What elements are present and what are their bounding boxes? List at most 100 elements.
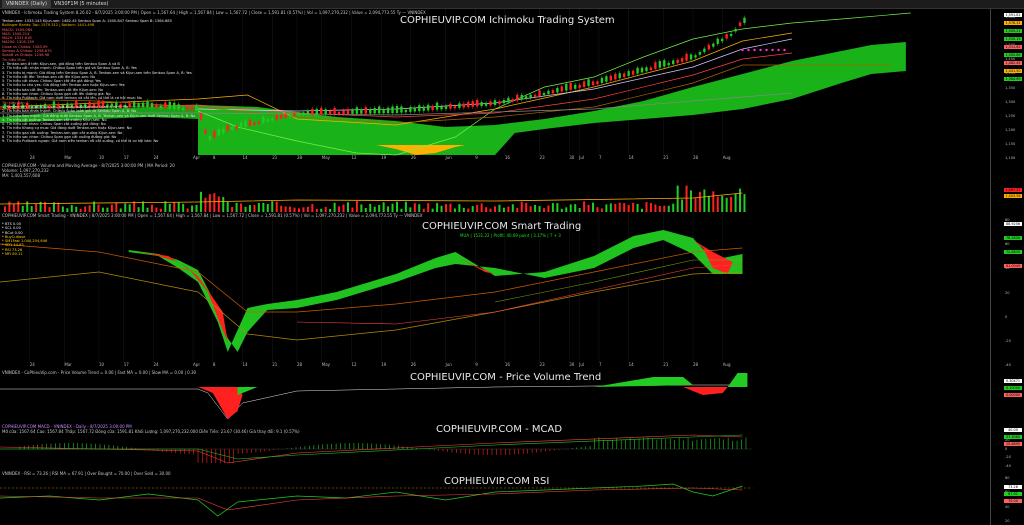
price-tag: 76.2830 — [1004, 236, 1022, 240]
date-label: Jul — [579, 362, 584, 367]
macd-panel[interactable]: COPHIEUVIP.COM MACD - VNINDEX - Daily - … — [0, 423, 1024, 471]
ichimoku-title: COPHIEUVIP.COM Ichimoku Trading System — [400, 15, 615, 26]
volume-bar — [235, 202, 238, 212]
candle — [275, 115, 278, 120]
smart-trading-signal: MUA | 1531.22 | Profit: 40.69 point | 3.… — [460, 233, 561, 238]
candle — [271, 118, 274, 121]
price-tag: 61.0049 — [1004, 264, 1022, 268]
volume-axis[interactable] — [990, 162, 1024, 212]
volume-bar — [355, 201, 358, 212]
axis-label: 20 — [1005, 290, 1010, 295]
candle — [337, 111, 341, 115]
volume-bar — [681, 199, 684, 212]
date-label: 19 — [381, 155, 387, 160]
volume-ma-value: MA: 1,403,557,608 — [2, 173, 40, 178]
candle — [440, 106, 443, 110]
date-label: 12 — [351, 155, 357, 160]
price-tag: 88.9256 — [1004, 222, 1022, 226]
ichimoku-legend: Tenkan-sen: 1535.145 Kijun-sen: 1482.45 … — [2, 19, 195, 144]
pvt-title: COPHIEUVIP.COM - Price Volume Trend — [410, 372, 602, 383]
volume-bar — [427, 203, 430, 212]
candle — [658, 61, 662, 68]
candle — [467, 101, 470, 108]
rsi-panel[interactable]: VNINDEX - RSI = 73.26 | RSI MA = 67.91 |… — [0, 470, 1024, 525]
date-label: 28 — [693, 155, 699, 160]
volume-bar — [627, 205, 630, 212]
date-label: 8 — [212, 155, 216, 160]
candle — [573, 84, 577, 89]
price-tag: 1,364.69 — [1004, 77, 1022, 81]
candle — [404, 109, 408, 113]
candle — [235, 126, 238, 129]
axis-label: 1,150 — [1005, 141, 1016, 146]
volume-bar — [222, 197, 225, 212]
volume-chart[interactable] — [0, 162, 990, 212]
price-tag: 1,500.85 — [1004, 53, 1022, 57]
tab-vn30f1m[interactable]: VN30F1M (5 minutes) — [50, 0, 112, 8]
candle — [449, 103, 452, 109]
date-label: 26 — [410, 155, 416, 160]
pvt-line — [0, 384, 743, 420]
volume-bar — [391, 203, 394, 212]
candle — [328, 110, 332, 115]
candle — [484, 102, 488, 106]
volume-bar — [17, 201, 20, 212]
date-label: 19 — [381, 362, 387, 367]
candle — [538, 90, 541, 96]
date-label: 12 — [351, 362, 357, 367]
candle — [426, 104, 430, 111]
candle — [279, 114, 283, 119]
smart-trading-panel[interactable]: COPHIEUVIP.COM Smart Trading - VNINDEX |… — [0, 212, 1024, 370]
candle — [342, 110, 345, 115]
volume-bar — [142, 201, 145, 212]
date-label: 28 — [297, 362, 303, 367]
date-label: Aug — [722, 362, 731, 367]
projection-dot — [771, 48, 774, 52]
candle — [208, 135, 212, 140]
price-tag: 20.6895 — [1004, 442, 1022, 446]
volume-panel[interactable]: COPHIEUVIP.COM - Volume and Moving Avera… — [0, 162, 1024, 213]
rsi-axis[interactable]: 80604020 — [990, 470, 1024, 525]
volume-bar — [707, 195, 710, 212]
candle — [725, 34, 728, 39]
candle — [364, 107, 368, 114]
volume-bar — [418, 204, 421, 212]
candle — [636, 67, 639, 74]
date-label: 21 — [272, 155, 278, 160]
volume-bar — [556, 203, 559, 212]
date-label: 21 — [272, 362, 278, 367]
candle — [360, 109, 363, 114]
price-tag: 1,482.45 — [1004, 61, 1022, 65]
rsi-title: COPHIEUVIP.COM RSI — [444, 476, 550, 487]
candle — [560, 86, 564, 92]
ichimoku-panel[interactable]: VNINDEX - Ichimoku Trading System 8.26.0… — [0, 9, 1024, 163]
candle — [226, 125, 229, 131]
tab-vnindex-daily[interactable]: VNINDEX (Daily) — [2, 0, 51, 8]
ichimoku-header: VNINDEX - Ichimoku Trading System 8.26.0… — [2, 10, 426, 15]
candle — [435, 102, 439, 110]
candle — [520, 94, 523, 100]
date-label: Mar — [64, 155, 72, 160]
volume-bar — [649, 202, 652, 212]
axis-label: -40 — [1005, 464, 1011, 468]
pvt-green — [594, 377, 693, 387]
volume-bar — [551, 203, 554, 212]
projection-dot — [759, 48, 762, 52]
candle — [524, 96, 528, 99]
pvt-panel[interactable]: VNINDEX - CoPhieuVip.com - Price Volume … — [0, 369, 1024, 424]
price-tag: 1,535.15 — [1004, 37, 1022, 41]
volume-bar — [672, 203, 675, 212]
axis-label: -20 — [1005, 338, 1011, 343]
candle — [721, 38, 724, 42]
candle — [480, 102, 483, 107]
volume-bar — [734, 193, 737, 212]
date-label: 14 — [628, 155, 634, 160]
candle — [400, 106, 403, 113]
volume-bar — [271, 201, 274, 212]
candle — [627, 71, 630, 76]
date-label: Apr — [193, 155, 200, 160]
date-label: 24 — [153, 155, 159, 160]
tab-bar: VNINDEX (Daily) VN30F1M (5 minutes) — [0, 0, 1024, 9]
axis-label: 1,250 — [1005, 113, 1016, 118]
projection-dot — [777, 48, 780, 52]
